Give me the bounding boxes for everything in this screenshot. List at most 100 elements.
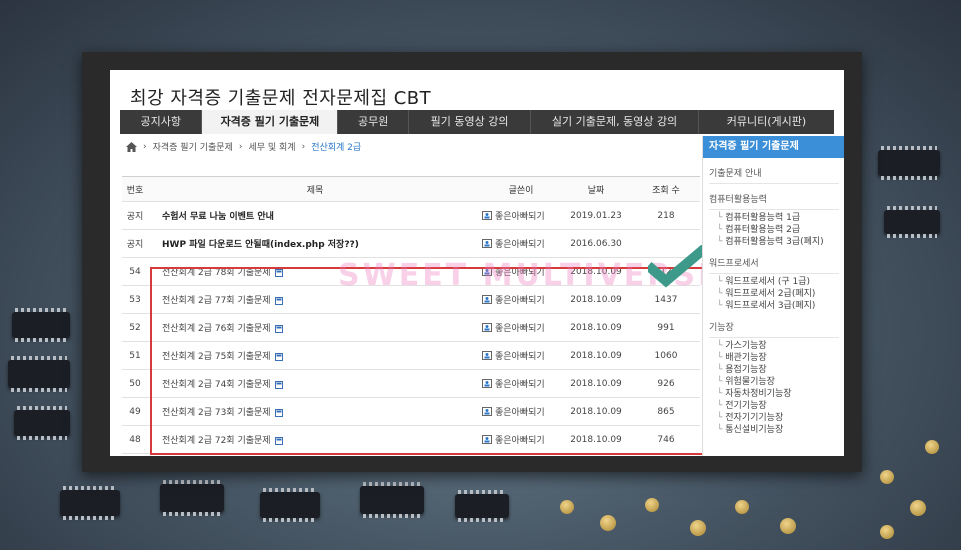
sidebar-section-title[interactable]: 기능장 xyxy=(709,320,839,338)
row-views: 926 xyxy=(657,378,675,389)
row-author-name[interactable]: 좋은아빠되기 xyxy=(495,405,545,418)
sidebar-section-title[interactable]: 컴퓨터활용능력 xyxy=(709,192,839,210)
table-row[interactable]: 54 전산회계 2급 78회 기출문제 좋은아빠되기 2018.10.09 61… xyxy=(122,258,700,286)
nav-item-practical-exam[interactable]: 실기 기출문제, 동영상 강의 xyxy=(531,110,699,134)
row-author-name[interactable]: 좋은아빠되기 xyxy=(495,321,545,334)
row-author[interactable]: 좋은아빠되기 xyxy=(482,405,560,418)
row-title-link[interactable]: 전산회계 2급 72회 기출문제 xyxy=(148,433,482,446)
table-row[interactable]: 48 전산회계 2급 72회 기출문제 좋은아빠되기 2018.10.09 74… xyxy=(122,426,700,454)
background-pad xyxy=(910,500,926,516)
row-title-text[interactable]: 전산회계 2급 73회 기출문제 xyxy=(162,408,271,418)
row-author[interactable]: 좋은아빠되기 xyxy=(482,377,560,390)
row-number: 공지 xyxy=(126,212,144,222)
row-date: 2018.10.09 xyxy=(570,294,622,305)
file-attachment-icon xyxy=(274,408,283,417)
site-title[interactable]: 최강 자격증 기출문제 전자문제집 CBT xyxy=(130,84,431,110)
row-title-text[interactable]: 전산회계 2급 78회 기출문제 xyxy=(162,268,271,278)
row-title-link[interactable]: 전산회계 2급 73회 기출문제 xyxy=(148,405,482,418)
row-author-name[interactable]: 좋은아빠되기 xyxy=(495,237,545,250)
row-title-text[interactable]: HWP 파일 다운로드 안될때(index.php 저장??) xyxy=(162,240,359,250)
nav-item-civil-service[interactable]: 공무원 xyxy=(338,110,409,134)
row-number: 49 xyxy=(129,406,141,417)
file-attachment-icon xyxy=(274,324,283,333)
sidebar-link[interactable]: 용접기능장 xyxy=(709,364,839,376)
breadcrumb-separator: › xyxy=(238,141,243,152)
file-attachment-icon xyxy=(274,380,283,389)
sidebar-section: 기능장가스기능장배관기능장용접기능장위험물기능장자동차정비기능장전기기능장전자기… xyxy=(703,320,844,436)
background-chip xyxy=(360,482,424,518)
row-author[interactable]: 좋은아빠되기 xyxy=(482,349,560,362)
nav-item-notice[interactable]: 공지사항 xyxy=(120,110,203,134)
row-views: 1060 xyxy=(654,350,678,361)
sidebar-link[interactable]: 워드프로세서 3급(폐지) xyxy=(709,300,839,312)
nav-item-video-lectures[interactable]: 필기 동영상 강의 xyxy=(409,110,532,134)
table-row[interactable]: 51 전산회계 2급 75회 기출문제 좋은아빠되기 2018.10.09 10… xyxy=(122,342,700,370)
row-author-name[interactable]: 좋은아빠되기 xyxy=(495,349,545,362)
sidebar-link[interactable]: 컴퓨터활용능력 3급(폐지) xyxy=(709,236,839,248)
user-icon xyxy=(482,323,492,332)
column-header-author: 글쓴이 xyxy=(508,185,534,196)
row-title-link[interactable]: HWP 파일 다운로드 안될때(index.php 저장??) xyxy=(148,237,482,250)
row-author-name[interactable]: 좋은아빠되기 xyxy=(495,265,545,278)
sidebar-section: 컴퓨터활용능력컴퓨터활용능력 1급컴퓨터활용능력 2급컴퓨터활용능력 3급(폐지… xyxy=(703,192,844,248)
nav-item-written-exam[interactable]: 자격증 필기 기출문제 xyxy=(202,110,339,134)
row-author-name[interactable]: 좋은아빠되기 xyxy=(495,433,545,446)
sidebar-link[interactable]: 워드프로세서 (구 1급) xyxy=(709,276,839,288)
sidebar-section-title[interactable]: 워드프로세서 xyxy=(709,256,839,274)
table-row[interactable]: 49 전산회계 2급 73회 기출문제 좋은아빠되기 2018.10.09 86… xyxy=(122,398,700,426)
sidebar-link[interactable]: 컴퓨터활용능력 2급 xyxy=(709,224,839,236)
row-title-link[interactable]: 전산회계 2급 74회 기출문제 xyxy=(148,377,482,390)
row-title-text[interactable]: 전산회계 2급 76회 기출문제 xyxy=(162,324,271,334)
sidebar-header[interactable]: 자격증 필기 기출문제 xyxy=(703,136,844,158)
row-title-link[interactable]: 수험서 무료 나눔 이벤트 안내 xyxy=(148,209,482,222)
row-author[interactable]: 좋은아빠되기 xyxy=(482,293,560,306)
row-author[interactable]: 좋은아빠되기 xyxy=(482,433,560,446)
nav-item-community[interactable]: 커뮤니티(게시판) xyxy=(699,110,834,134)
row-title-link[interactable]: 전산회계 2급 76회 기출문제 xyxy=(148,321,482,334)
row-number: 52 xyxy=(129,322,141,333)
sidebar-link[interactable]: 워드프로세서 2급(폐지) xyxy=(709,288,839,300)
row-title-text[interactable]: 전산회계 2급 75회 기출문제 xyxy=(162,352,271,362)
row-author-name[interactable]: 좋은아빠되기 xyxy=(495,377,545,390)
sidebar-link[interactable]: 위험물기능장 xyxy=(709,376,839,388)
row-title-link[interactable]: 전산회계 2급 77회 기출문제 xyxy=(148,293,482,306)
row-author-name[interactable]: 좋은아빠되기 xyxy=(495,293,545,306)
sidebar-link[interactable]: 전기기능장 xyxy=(709,400,839,412)
row-author-name[interactable]: 좋은아빠되기 xyxy=(495,209,545,222)
row-title-text[interactable]: 전산회계 2급 77회 기출문제 xyxy=(162,296,271,306)
table-row[interactable]: 50 전산회계 2급 74회 기출문제 좋은아빠되기 2018.10.09 92… xyxy=(122,370,700,398)
breadcrumb-current[interactable]: 전산회계 2급 xyxy=(311,140,361,153)
row-author[interactable]: 좋은아빠되기 xyxy=(482,237,560,250)
sidebar-link[interactable]: 통신설비기능장 xyxy=(709,424,839,436)
sidebar-link[interactable]: 자동차정비기능장 xyxy=(709,388,839,400)
row-author[interactable]: 좋은아빠되기 xyxy=(482,209,560,222)
row-date: 2018.10.09 xyxy=(570,266,622,277)
row-number: 51 xyxy=(129,350,141,361)
row-title-link[interactable]: 전산회계 2급 75회 기출문제 xyxy=(148,349,482,362)
row-date: 2018.10.09 xyxy=(570,406,622,417)
breadcrumb-item[interactable]: 세무 및 회계 xyxy=(248,140,295,153)
breadcrumb-item[interactable]: 자격증 필기 기출문제 xyxy=(153,140,233,153)
table-row[interactable]: 공지 HWP 파일 다운로드 안될때(index.php 저장??) 좋은아빠되… xyxy=(122,230,700,258)
table-row[interactable]: 52 전산회계 2급 76회 기출문제 좋은아빠되기 2018.10.09 99… xyxy=(122,314,700,342)
sidebar-link[interactable]: 가스기능장 xyxy=(709,340,839,352)
row-title-text[interactable]: 전산회계 2급 74회 기출문제 xyxy=(162,380,271,390)
sidebar-link[interactable]: 컴퓨터활용능력 1급 xyxy=(709,212,839,224)
background-chip xyxy=(455,490,509,522)
table-row[interactable]: 공지 수험서 무료 나눔 이벤트 안내 좋은아빠되기 2019.01.23 21… xyxy=(122,202,700,230)
sidebar-guide-link[interactable]: 기출문제 안내 xyxy=(709,166,839,184)
row-title-text[interactable]: 수험서 무료 나눔 이벤트 안내 xyxy=(162,212,274,222)
user-icon xyxy=(482,267,492,276)
sidebar-link[interactable]: 전자기기기능장 xyxy=(709,412,839,424)
background-pad xyxy=(925,440,939,454)
background-chip xyxy=(14,406,70,440)
column-header-num: 번호 xyxy=(126,185,144,196)
row-author[interactable]: 좋은아빠되기 xyxy=(482,265,560,278)
row-title-link[interactable]: 전산회계 2급 78회 기출문제 xyxy=(148,265,482,278)
row-author[interactable]: 좋은아빠되기 xyxy=(482,321,560,334)
home-icon[interactable] xyxy=(126,141,137,152)
row-title-text[interactable]: 전산회계 2급 72회 기출문제 xyxy=(162,436,271,446)
sidebar-link[interactable]: 배관기능장 xyxy=(709,352,839,364)
row-views: 991 xyxy=(657,322,675,333)
table-row[interactable]: 53 전산회계 2급 77회 기출문제 좋은아빠되기 2018.10.09 14… xyxy=(122,286,700,314)
